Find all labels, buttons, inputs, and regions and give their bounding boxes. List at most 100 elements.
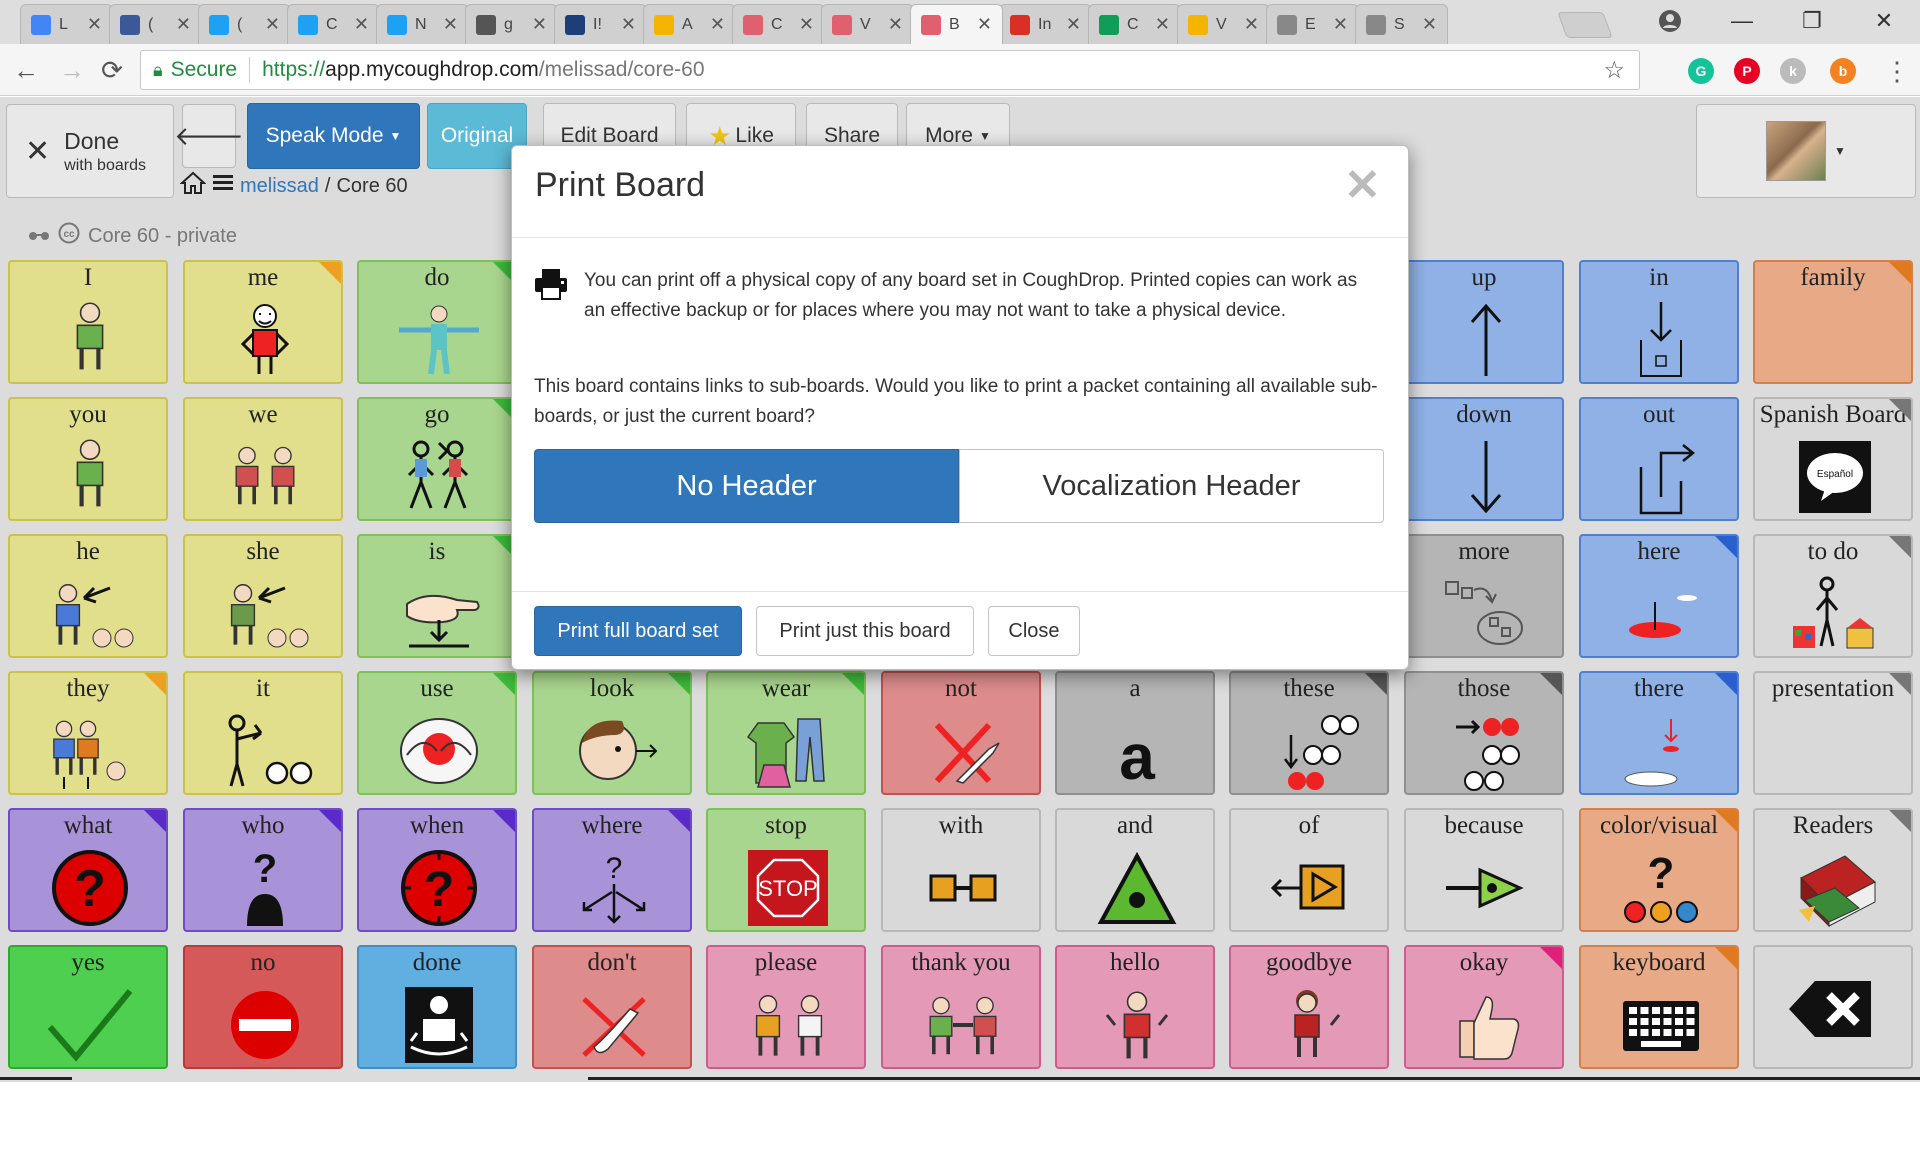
- tab-close-icon[interactable]: ✕: [1155, 14, 1170, 35]
- board-button-do[interactable]: do: [357, 260, 517, 384]
- board-button-presentation[interactable]: presentation: [1753, 671, 1913, 795]
- board-button-you[interactable]: you: [8, 397, 168, 521]
- browser-tab[interactable]: (✕: [198, 4, 291, 44]
- list-icon[interactable]: [212, 173, 234, 199]
- bookmark-star-icon[interactable]: ☆: [1603, 56, 1625, 85]
- board-button-of[interactable]: of: [1229, 808, 1389, 932]
- tab-close-icon[interactable]: ✕: [710, 14, 725, 35]
- board-button-and[interactable]: and: [1055, 808, 1215, 932]
- print-full-board-set-button[interactable]: Print full board set: [534, 606, 742, 656]
- board-button-here[interactable]: here: [1579, 534, 1739, 658]
- board-button-no[interactable]: no: [183, 945, 343, 1069]
- board-button-backspace[interactable]: [1753, 945, 1913, 1069]
- tab-close-icon[interactable]: ✕: [621, 14, 636, 35]
- speak-mode-button[interactable]: Speak Mode ▼: [247, 103, 420, 169]
- browser-tab[interactable]: g ✕: [465, 4, 558, 44]
- tab-close-icon[interactable]: ✕: [1244, 14, 1259, 35]
- browser-tab[interactable]: In ✕: [999, 4, 1092, 44]
- board-button-with[interactable]: with: [881, 808, 1041, 932]
- tab-close-icon[interactable]: ✕: [87, 14, 102, 35]
- browser-tab[interactable]: I! ✕: [554, 4, 647, 44]
- browser-tab[interactable]: S ✕: [1355, 4, 1448, 44]
- board-button-in[interactable]: in: [1579, 260, 1739, 384]
- tab-close-icon[interactable]: ✕: [532, 14, 547, 35]
- back-button[interactable]: 🡐: [174, 104, 244, 168]
- browser-tab[interactable]: V ✕: [1177, 4, 1270, 44]
- extension-icon[interactable]: b: [1830, 58, 1856, 84]
- board-button-we[interactable]: we: [183, 397, 343, 521]
- board-button-to-do[interactable]: to do: [1753, 534, 1913, 658]
- address-bar[interactable]: 🔒︎ Secure https:// app.mycoughdrop.com /…: [140, 50, 1640, 90]
- board-button-look[interactable]: look: [532, 671, 692, 795]
- browser-tab[interactable]: L ✕: [20, 4, 113, 44]
- board-button-not[interactable]: not: [881, 671, 1041, 795]
- board-button-a[interactable]: aa: [1055, 671, 1215, 795]
- window-close-button[interactable]: ✕: [1864, 4, 1904, 38]
- browser-tab[interactable]: B ✕: [910, 4, 1003, 44]
- board-button-down[interactable]: down: [1404, 397, 1564, 521]
- tab-close-icon[interactable]: ✕: [1333, 14, 1348, 35]
- browser-tab[interactable]: E ✕: [1266, 4, 1359, 44]
- board-button-spanish-board[interactable]: Spanish Board Español: [1753, 397, 1913, 521]
- restore-button[interactable]: ❐: [1792, 4, 1832, 38]
- tab-close-icon[interactable]: ✕: [354, 14, 369, 35]
- board-button-go[interactable]: go: [357, 397, 517, 521]
- board-button-please[interactable]: please: [706, 945, 866, 1069]
- reload-icon[interactable]: ⟳: [96, 54, 128, 86]
- browser-tab[interactable]: (✕: [109, 4, 202, 44]
- board-button-don-t[interactable]: don't: [532, 945, 692, 1069]
- profile-menu-button[interactable]: ▼: [1696, 104, 1916, 198]
- board-button-out[interactable]: out: [1579, 397, 1739, 521]
- board-button-they[interactable]: they: [8, 671, 168, 795]
- board-button-hello[interactable]: hello: [1055, 945, 1215, 1069]
- modal-close-button[interactable]: Close: [988, 606, 1080, 656]
- board-button-there[interactable]: there: [1579, 671, 1739, 795]
- board-button-he[interactable]: he: [8, 534, 168, 658]
- board-button-it[interactable]: it: [183, 671, 343, 795]
- board-button-done[interactable]: done: [357, 945, 517, 1069]
- minimize-button[interactable]: —: [1722, 4, 1762, 38]
- board-button-okay[interactable]: okay: [1404, 945, 1564, 1069]
- breadcrumb-user-link[interactable]: melissad: [240, 175, 319, 198]
- tab-close-icon[interactable]: ✕: [443, 14, 458, 35]
- board-button-i[interactable]: I: [8, 260, 168, 384]
- back-nav-icon[interactable]: ←: [10, 54, 42, 86]
- board-button-goodbye[interactable]: goodbye: [1229, 945, 1389, 1069]
- board-button-what[interactable]: what?: [8, 808, 168, 932]
- tab-close-icon[interactable]: ✕: [1066, 14, 1081, 35]
- board-button-these[interactable]: these: [1229, 671, 1389, 795]
- browser-tab[interactable]: A ✕: [643, 4, 736, 44]
- pinterest-icon[interactable]: P: [1734, 58, 1760, 84]
- tab-close-icon[interactable]: ✕: [265, 14, 280, 35]
- board-button-those[interactable]: those: [1404, 671, 1564, 795]
- board-button-she[interactable]: she: [183, 534, 343, 658]
- vocalization-header-toggle[interactable]: Vocalization Header: [959, 449, 1384, 523]
- board-button-up[interactable]: up: [1404, 260, 1564, 384]
- browser-tab[interactable]: C ✕: [732, 4, 825, 44]
- profile-icon[interactable]: [1650, 4, 1690, 38]
- board-button-wear[interactable]: wear: [706, 671, 866, 795]
- browser-tab[interactable]: C ✕: [287, 4, 380, 44]
- tab-close-icon[interactable]: ✕: [1422, 14, 1437, 35]
- board-button-me[interactable]: me: [183, 260, 343, 384]
- tab-close-icon[interactable]: ✕: [176, 14, 191, 35]
- board-button-yes[interactable]: yes: [8, 945, 168, 1069]
- tab-close-icon[interactable]: ✕: [888, 14, 903, 35]
- modal-close-icon[interactable]: ✕: [1344, 160, 1381, 211]
- tab-close-icon[interactable]: ✕: [977, 14, 992, 35]
- board-button-where[interactable]: where?: [532, 808, 692, 932]
- board-button-more[interactable]: more: [1404, 534, 1564, 658]
- board-button-is[interactable]: is: [357, 534, 517, 658]
- browser-tab[interactable]: V ✕: [821, 4, 914, 44]
- board-button-keyboard[interactable]: keyboard: [1579, 945, 1739, 1069]
- board-button-use[interactable]: use: [357, 671, 517, 795]
- board-button-readers[interactable]: Readers: [1753, 808, 1913, 932]
- forward-nav-icon[interactable]: →: [56, 54, 88, 86]
- board-button-when[interactable]: when?: [357, 808, 517, 932]
- tab-close-icon[interactable]: ✕: [799, 14, 814, 35]
- new-tab-button[interactable]: [1557, 12, 1613, 38]
- board-button-family[interactable]: family: [1753, 260, 1913, 384]
- menu-kebab-icon[interactable]: ⋮: [1884, 56, 1910, 87]
- browser-tab[interactable]: N ✕: [376, 4, 469, 44]
- board-button-because[interactable]: because: [1404, 808, 1564, 932]
